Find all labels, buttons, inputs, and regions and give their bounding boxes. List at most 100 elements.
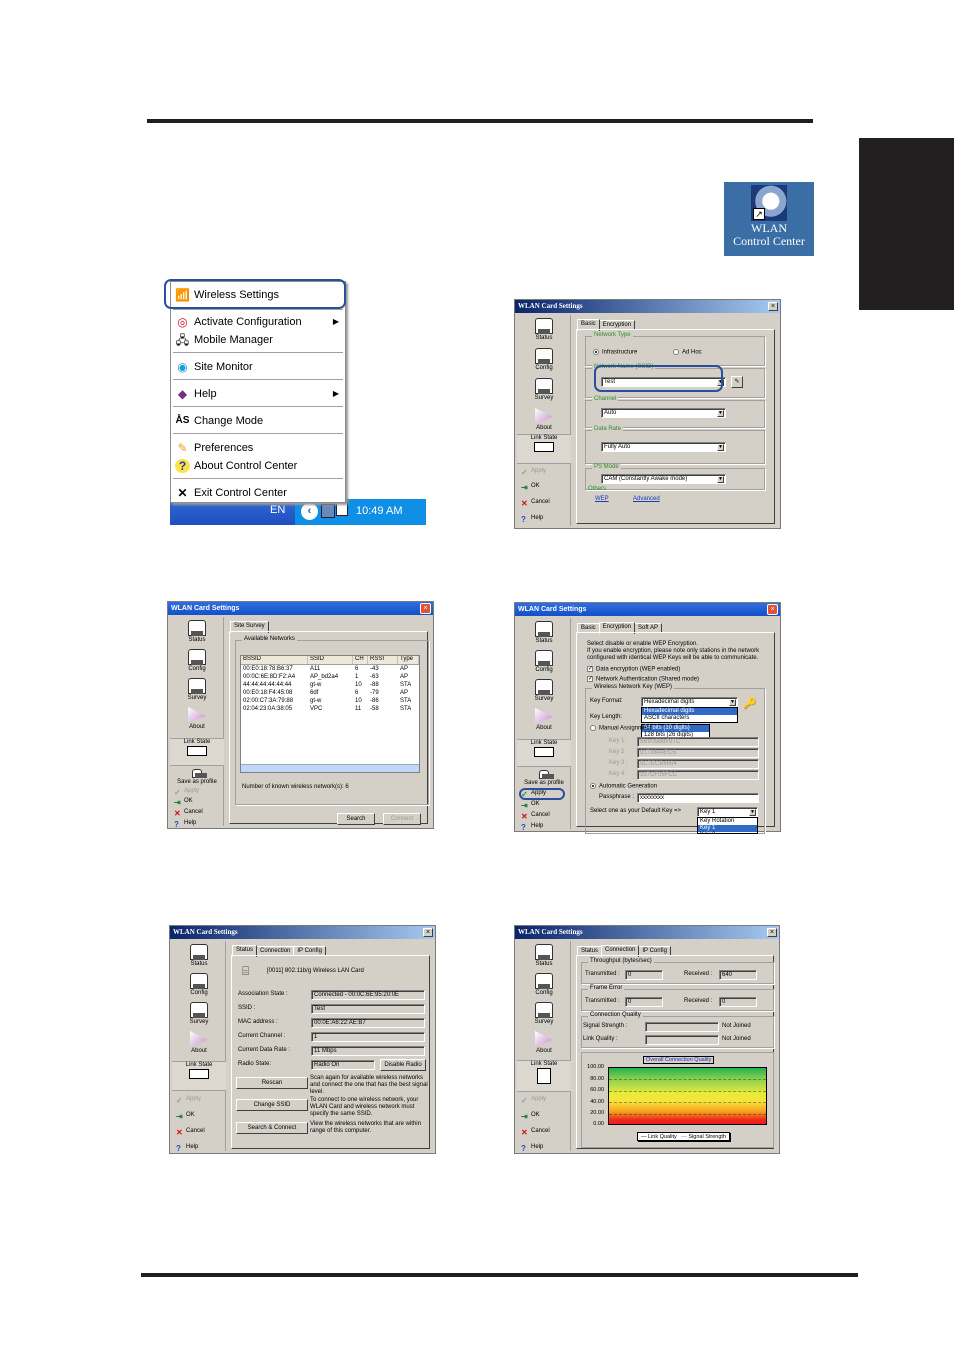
option-key-1[interactable]: Key 1 — [698, 825, 757, 832]
sidebar-item-about[interactable]: About — [517, 408, 571, 431]
key-1-field[interactable]: 5BV05B8F9TC — [637, 737, 759, 747]
menu-item-change-mode[interactable]: ÅS Change Mode — [171, 412, 345, 430]
sidebar-item-status[interactable]: Status — [517, 621, 571, 644]
sidebar-item-survey[interactable]: Survey — [517, 1002, 571, 1025]
sidebar-item-config[interactable]: Config — [517, 348, 571, 371]
sidebar-item-survey[interactable]: Survey — [170, 678, 224, 701]
close-button[interactable]: × — [767, 604, 778, 615]
help-button[interactable]: ? Help — [170, 820, 224, 829]
column-header-rssi[interactable]: RSSI — [368, 656, 398, 664]
dropdown-arrow-icon[interactable]: ▼ — [717, 444, 724, 451]
close-button[interactable]: × — [768, 302, 778, 311]
key-4-field[interactable]: 337CF05FCC — [637, 770, 759, 780]
cancel-button[interactable]: ✕ Cancel — [517, 499, 571, 508]
sidebar-item-survey[interactable]: Survey — [517, 679, 571, 702]
dropdown-arrow-icon[interactable]: ▼ — [717, 476, 724, 483]
ok-button[interactable]: ⇥ OK — [517, 801, 571, 810]
automatic-generation-radio[interactable]: Automatic Generation — [590, 783, 657, 790]
ok-button[interactable]: ⇥ OK — [172, 1112, 226, 1121]
column-header-type[interactable]: Type — [398, 656, 419, 664]
horizontal-scrollbar[interactable] — [241, 764, 419, 772]
disable-radio-button[interactable]: Disable Radio — [380, 1059, 426, 1071]
cancel-button[interactable]: ✕ Cancel — [172, 1128, 226, 1137]
menu-item-preferences[interactable]: ✎ Preferences — [171, 439, 345, 457]
rescan-button[interactable]: Rescan — [236, 1077, 308, 1089]
dropdown-arrow-icon[interactable]: ▼ — [749, 809, 756, 816]
sidebar-item-config[interactable]: Config — [517, 650, 571, 673]
sidebar-item-config[interactable]: Config — [170, 649, 224, 672]
close-button[interactable]: × — [423, 928, 433, 937]
channel-select[interactable]: Auto ▼ — [601, 408, 726, 418]
manual-assignment-radio[interactable]: Manual Assignment — [590, 725, 651, 732]
menu-item-help[interactable]: ◆ Help ▶ — [171, 385, 345, 403]
sidebar-item-config[interactable]: Config — [172, 973, 226, 996]
wep-link[interactable]: WEP — [595, 496, 609, 502]
ok-button[interactable]: ⇥ OK — [517, 1112, 571, 1121]
show-hidden-icons-button[interactable]: ‹ — [301, 503, 318, 520]
option-ascii[interactable]: ASCII characters — [642, 715, 737, 722]
help-button[interactable]: ? Help — [517, 823, 571, 832]
language-indicator[interactable]: EN — [270, 504, 285, 516]
help-button[interactable]: ? Help — [517, 1144, 571, 1153]
sidebar-item-about[interactable]: About — [517, 708, 571, 731]
option-key-2[interactable]: Key 2 — [698, 832, 757, 833]
menu-item-about-control-center[interactable]: ? About Control Center — [171, 457, 345, 475]
column-header-bssid[interactable]: BSSID — [241, 656, 308, 664]
sidebar-item-config[interactable]: Config — [517, 973, 571, 996]
table-row[interactable]: 44:44:44:44:44:44 gt-w 10 -88 STA — [241, 681, 419, 689]
cancel-button[interactable]: ✕ Cancel — [517, 1128, 571, 1137]
apply-button[interactable]: ✓ Apply — [517, 468, 571, 477]
table-row[interactable]: 02:00:C7:3A:79:88 gt-w 10 -86 STA — [241, 697, 419, 705]
table-row[interactable]: 02:04:23:0A:38:05 VPC 11 -58 STA — [241, 705, 419, 713]
cancel-button[interactable]: ✕ Cancel — [517, 812, 571, 821]
close-button[interactable]: × — [420, 603, 431, 614]
apply-button[interactable]: ✓ Apply — [517, 1096, 571, 1105]
network-icon[interactable] — [321, 504, 335, 518]
sidebar-item-status[interactable]: Status — [517, 318, 571, 341]
sidebar-item-status[interactable]: Status — [172, 944, 226, 967]
save-as-profile-button[interactable]: Save as profile — [517, 770, 571, 786]
search-button[interactable]: Search — [337, 813, 375, 825]
help-button[interactable]: ? Help — [172, 1144, 226, 1153]
apply-button[interactable]: ✓ Apply — [170, 788, 224, 797]
column-header-ch[interactable]: CH — [353, 656, 368, 664]
dropdown-arrow-icon[interactable]: ▼ — [729, 699, 736, 706]
ok-button[interactable]: ⇥ OK — [170, 798, 224, 807]
data-encryption-checkbox[interactable]: ✓ Data encryption (WEP enabled) — [587, 666, 680, 673]
key-3-field[interactable]: 5C7ECB4664 — [637, 759, 759, 769]
change-ssid-button[interactable]: Change SSID — [236, 1099, 308, 1111]
option-64-bits[interactable]: 64 bits (10 digits) — [642, 725, 709, 732]
sidebar-item-about[interactable]: About — [172, 1031, 226, 1054]
table-row[interactable]: 00:0C:6E:8D:F2:A4 AP_bd2a4 1 -63 AP — [241, 673, 419, 681]
help-button[interactable]: ? Help — [517, 515, 571, 524]
menu-item-mobile-manager[interactable]: 🖧 Mobile Manager — [171, 331, 345, 349]
menu-item-exit-control-center[interactable]: ✕ Exit Control Center — [171, 484, 345, 502]
dropdown-arrow-icon[interactable]: ▼ — [717, 410, 724, 417]
sidebar-item-survey[interactable]: Survey — [517, 378, 571, 401]
option-key-rotation[interactable]: Key Rotation — [698, 818, 757, 825]
sidebar-item-status[interactable]: Status — [517, 944, 571, 967]
ps-mode-select[interactable]: CAM (Constantly Awake mode) ▼ — [601, 474, 726, 484]
sidebar-item-status[interactable]: Status — [170, 620, 224, 643]
sidebar-item-survey[interactable]: Survey — [172, 1002, 226, 1025]
connect-button[interactable]: Connect — [383, 813, 421, 825]
column-header-ssid[interactable]: SSID — [308, 656, 353, 664]
option-hexadecimal[interactable]: Hexadecimal digits — [642, 708, 737, 715]
data-rate-select[interactable]: Fully Auto ▼ — [601, 442, 726, 452]
passphrase-input[interactable]: xxxxxxxx — [637, 793, 759, 803]
sidebar-item-about[interactable]: About — [517, 1031, 571, 1054]
sidebar-item-about[interactable]: About — [170, 707, 224, 730]
table-row[interactable]: 00:E0:18:78:B6:37 A11 6 -43 AP — [241, 665, 419, 673]
default-key-select[interactable]: Key 1 ▼ — [697, 807, 758, 817]
search-connect-button[interactable]: Search & Connect — [236, 1122, 308, 1134]
table-row[interactable]: 00:E0:18:F4:45:08 6df 6 -79 AP — [241, 689, 419, 697]
close-button[interactable]: × — [767, 928, 777, 937]
network-auth-checkbox[interactable]: ✓ Network Authentication (Shared mode) — [587, 676, 699, 683]
desktop-wlan-icon[interactable]: ↗ WLAN Control Center — [724, 182, 814, 256]
wlan-tray-icon[interactable] — [336, 502, 348, 516]
ssid-wizard-button[interactable]: ✎ — [731, 376, 743, 388]
save-as-profile-button[interactable]: Save as profile — [170, 769, 224, 785]
advanced-link[interactable]: Advanced — [633, 496, 660, 502]
radio-infrastructure[interactable]: Infrastructure — [593, 349, 637, 356]
key-format-select[interactable]: Hexadecimal digits ▼ — [641, 697, 738, 707]
